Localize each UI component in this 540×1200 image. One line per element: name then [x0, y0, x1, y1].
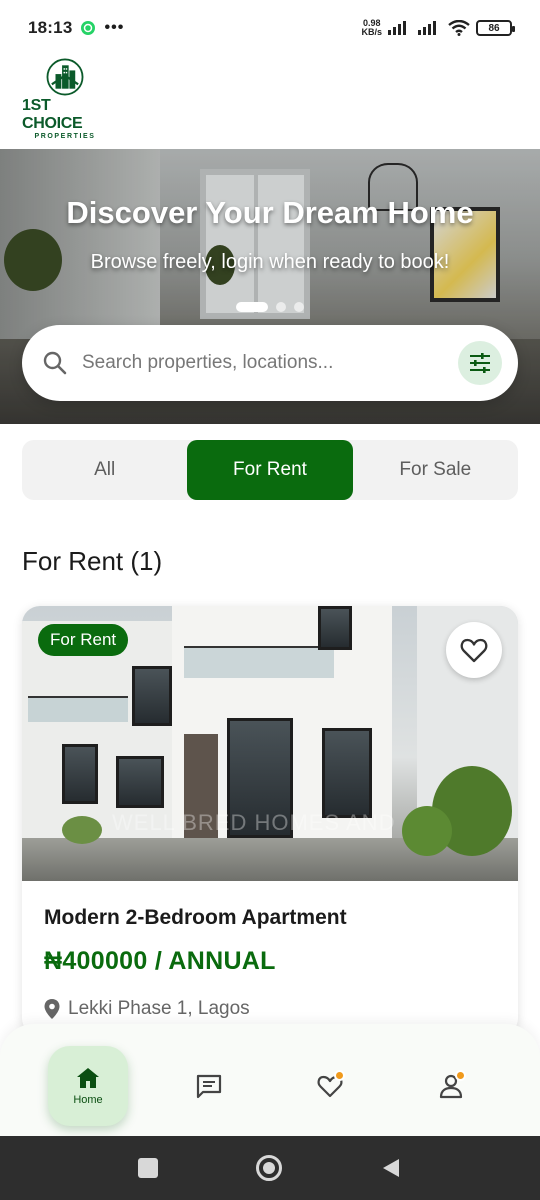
signal-icon-2 [418, 21, 436, 35]
image-watermark: WELL BRED HOMES AND [112, 810, 396, 835]
logo-building-icon [46, 58, 84, 96]
profile-notification-dot [455, 1070, 466, 1081]
heart-outline-icon [460, 638, 488, 663]
hero-subtitle: Browse freely, login when ready to book! [90, 251, 450, 273]
more-notifications-icon: ••• [104, 19, 125, 36]
nav-profile[interactable] [411, 1046, 491, 1126]
property-title: Modern 2-Bedroom Apartment [44, 906, 347, 929]
hero-title: Discover Your Dream Home [66, 195, 474, 230]
carousel-dot[interactable] [276, 302, 286, 312]
favorite-button[interactable] [446, 622, 502, 678]
logo-title: 1ST CHOICE [22, 97, 83, 132]
listing-type-tabs: All For Rent For Sale [22, 440, 518, 500]
back-button-icon[interactable] [380, 1157, 402, 1179]
message-icon [196, 1074, 222, 1099]
battery-indicator: 86 [476, 20, 515, 36]
carousel-indicator [0, 302, 540, 312]
listing-type-badge: For Rent [38, 624, 129, 656]
carousel-dot[interactable] [294, 302, 304, 312]
section-title: For Rent (1) [22, 546, 163, 576]
tab-all[interactable]: All [22, 440, 187, 500]
search-icon [43, 351, 67, 375]
favorites-notification-dot [334, 1070, 345, 1081]
filter-sliders-icon [470, 353, 490, 373]
nav-messages[interactable] [169, 1046, 249, 1126]
home-system-button[interactable] [256, 1155, 282, 1181]
location-text: Lekki Phase 1, Lagos [68, 998, 250, 1019]
location-pin-icon [44, 999, 60, 1019]
nav-home-label: Home [73, 1094, 103, 1106]
property-card[interactable]: WELL BRED HOMES AND For Rent Modern 2-Be… [22, 606, 518, 1036]
filter-button[interactable] [458, 341, 502, 385]
system-navigation-bar [0, 1136, 540, 1200]
signal-icon [388, 21, 406, 35]
property-price: ₦400000 / ANNUAL [44, 947, 276, 975]
property-location: Lekki Phase 1, Lagos [44, 998, 250, 1020]
network-speed: 0.98 KB/s [361, 18, 382, 37]
bottom-navigation: Home [0, 1024, 540, 1136]
logo-subtitle: PROPERTIES [34, 133, 96, 140]
whatsapp-icon [81, 21, 96, 35]
search-input[interactable] [82, 352, 458, 374]
search-bar[interactable] [22, 325, 518, 401]
home-icon [77, 1068, 99, 1088]
nav-home[interactable]: Home [48, 1046, 128, 1126]
tab-for-rent[interactable]: For Rent [187, 440, 353, 500]
tab-for-sale[interactable]: For Sale [353, 440, 518, 500]
status-time: 18:13 [28, 18, 73, 37]
status-bar: 18:13 ••• 0.98 KB/s 86 [0, 0, 540, 56]
nav-favorites[interactable] [290, 1046, 370, 1126]
recent-apps-button[interactable] [138, 1158, 158, 1178]
app-logo[interactable]: 1ST CHOICE PROPERTIES [22, 58, 108, 140]
wifi-icon [448, 20, 470, 36]
carousel-dot[interactable] [236, 302, 268, 312]
